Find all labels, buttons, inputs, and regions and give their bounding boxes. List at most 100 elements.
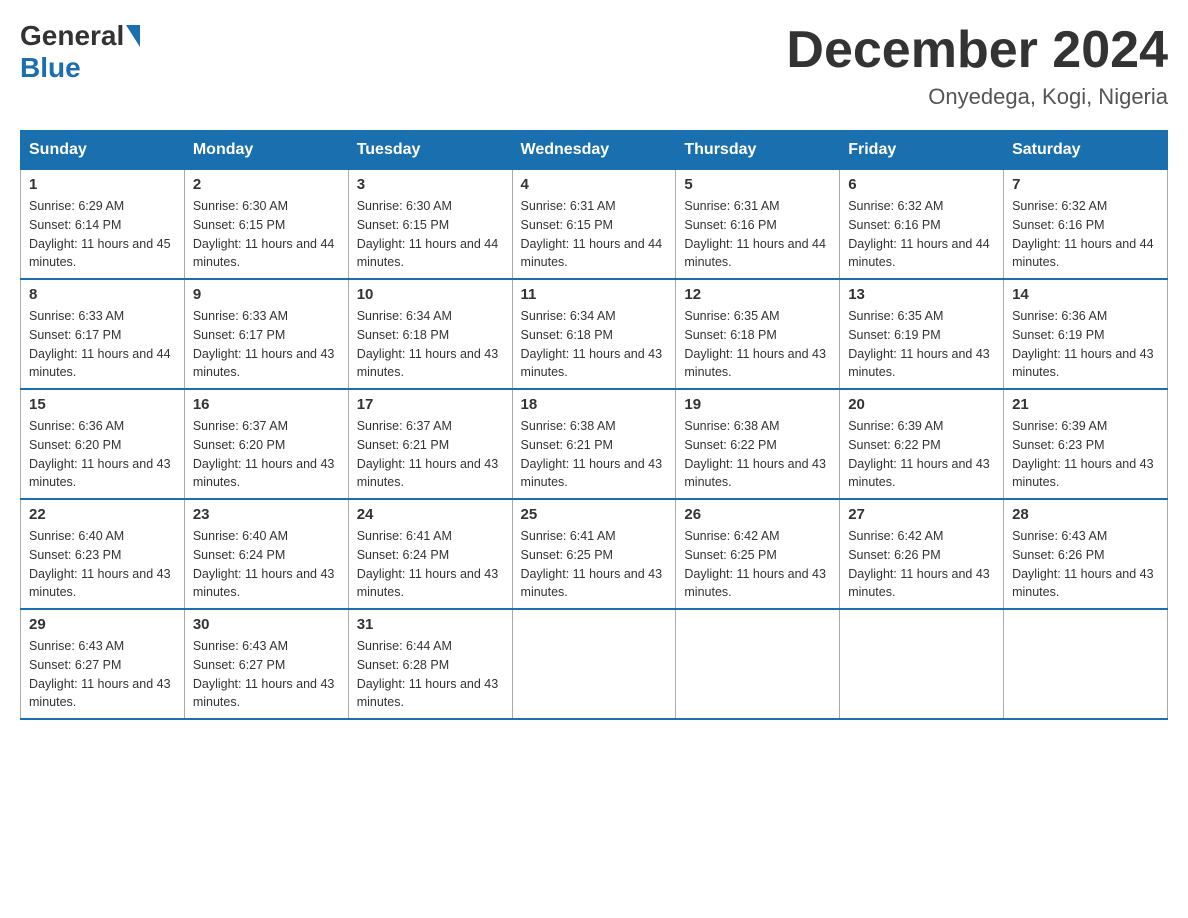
logo: General Blue bbox=[20, 20, 142, 84]
day-number: 30 bbox=[193, 616, 340, 633]
calendar-cell: 31Sunrise: 6:44 AMSunset: 6:28 PMDayligh… bbox=[348, 609, 512, 719]
day-number: 10 bbox=[357, 286, 504, 303]
day-info: Sunrise: 6:42 AMSunset: 6:25 PMDaylight:… bbox=[684, 527, 831, 602]
month-title: December 2024 bbox=[786, 20, 1168, 80]
day-number: 13 bbox=[848, 286, 995, 303]
day-info: Sunrise: 6:32 AMSunset: 6:16 PMDaylight:… bbox=[848, 197, 995, 272]
day-info: Sunrise: 6:31 AMSunset: 6:16 PMDaylight:… bbox=[684, 197, 831, 272]
day-info: Sunrise: 6:35 AMSunset: 6:19 PMDaylight:… bbox=[848, 307, 995, 382]
page-header: General Blue December 2024 Onyedega, Kog… bbox=[20, 20, 1168, 110]
day-info: Sunrise: 6:35 AMSunset: 6:18 PMDaylight:… bbox=[684, 307, 831, 382]
weekday-header-monday: Monday bbox=[184, 131, 348, 170]
calendar-week-row: 1Sunrise: 6:29 AMSunset: 6:14 PMDaylight… bbox=[21, 170, 1168, 280]
calendar-cell: 30Sunrise: 6:43 AMSunset: 6:27 PMDayligh… bbox=[184, 609, 348, 719]
calendar-cell: 26Sunrise: 6:42 AMSunset: 6:25 PMDayligh… bbox=[676, 499, 840, 609]
day-info: Sunrise: 6:39 AMSunset: 6:22 PMDaylight:… bbox=[848, 417, 995, 492]
day-info: Sunrise: 6:40 AMSunset: 6:24 PMDaylight:… bbox=[193, 527, 340, 602]
day-info: Sunrise: 6:33 AMSunset: 6:17 PMDaylight:… bbox=[29, 307, 176, 382]
calendar-cell: 2 Sunrise: 6:30 AMSunset: 6:15 PMDaylight… bbox=[184, 170, 348, 280]
day-number: 1 bbox=[29, 176, 176, 193]
day-number: 22 bbox=[29, 506, 176, 523]
day-info: Sunrise: 6:44 AMSunset: 6:28 PMDaylight:… bbox=[357, 637, 504, 712]
calendar-cell: 14Sunrise: 6:36 AMSunset: 6:19 PMDayligh… bbox=[1004, 279, 1168, 389]
calendar-week-row: 8 Sunrise: 6:33 AMSunset: 6:17 PMDaylight… bbox=[21, 279, 1168, 389]
weekday-header-friday: Friday bbox=[840, 131, 1004, 170]
weekday-header-saturday: Saturday bbox=[1004, 131, 1168, 170]
title-block: December 2024 Onyedega, Kogi, Nigeria bbox=[786, 20, 1168, 110]
weekday-header-tuesday: Tuesday bbox=[348, 131, 512, 170]
day-info: Sunrise: 6:34 AMSunset: 6:18 PMDaylight:… bbox=[357, 307, 504, 382]
day-info: Sunrise: 6:36 AMSunset: 6:20 PMDaylight:… bbox=[29, 417, 176, 492]
calendar-cell: 25 Sunrise: 6:41 AMSunset: 6:25 PMDayligh… bbox=[512, 499, 676, 609]
day-number: 2 bbox=[193, 176, 340, 193]
calendar-cell: 8 Sunrise: 6:33 AMSunset: 6:17 PMDaylight… bbox=[21, 279, 185, 389]
day-number: 20 bbox=[848, 396, 995, 413]
weekday-header-wednesday: Wednesday bbox=[512, 131, 676, 170]
calendar-cell: 6Sunrise: 6:32 AMSunset: 6:16 PMDaylight… bbox=[840, 170, 1004, 280]
day-info: Sunrise: 6:34 AMSunset: 6:18 PMDaylight:… bbox=[521, 307, 668, 382]
weekday-header-sunday: Sunday bbox=[21, 131, 185, 170]
calendar-week-row: 15 Sunrise: 6:36 AMSunset: 6:20 PMDayligh… bbox=[21, 389, 1168, 499]
calendar-cell: 17 Sunrise: 6:37 AMSunset: 6:21 PMDayligh… bbox=[348, 389, 512, 499]
calendar-cell: 22 Sunrise: 6:40 AMSunset: 6:23 PMDayligh… bbox=[21, 499, 185, 609]
calendar-cell: 16 Sunrise: 6:37 AMSunset: 6:20 PMDayligh… bbox=[184, 389, 348, 499]
day-number: 14 bbox=[1012, 286, 1159, 303]
calendar-week-row: 29 Sunrise: 6:43 AMSunset: 6:27 PMDayligh… bbox=[21, 609, 1168, 719]
day-number: 17 bbox=[357, 396, 504, 413]
day-number: 4 bbox=[521, 176, 668, 193]
calendar-cell: 12 Sunrise: 6:35 AMSunset: 6:18 PMDayligh… bbox=[676, 279, 840, 389]
calendar-cell: 4 Sunrise: 6:31 AMSunset: 6:15 PMDaylight… bbox=[512, 170, 676, 280]
day-number: 5 bbox=[684, 176, 831, 193]
day-number: 24 bbox=[357, 506, 504, 523]
day-number: 11 bbox=[521, 286, 668, 303]
day-number: 12 bbox=[684, 286, 831, 303]
day-number: 3 bbox=[357, 176, 504, 193]
calendar-cell: 23 Sunrise: 6:40 AMSunset: 6:24 PMDayligh… bbox=[184, 499, 348, 609]
day-info: Sunrise: 6:30 AMSunset: 6:15 PMDaylight:… bbox=[193, 197, 340, 272]
day-info: Sunrise: 6:42 AMSunset: 6:26 PMDaylight:… bbox=[848, 527, 995, 602]
day-number: 28 bbox=[1012, 506, 1159, 523]
calendar-cell bbox=[840, 609, 1004, 719]
logo-arrow-icon bbox=[126, 25, 140, 47]
calendar-table: SundayMondayTuesdayWednesdayThursdayFrid… bbox=[20, 130, 1168, 720]
day-info: Sunrise: 6:33 AMSunset: 6:17 PMDaylight:… bbox=[193, 307, 340, 382]
day-info: Sunrise: 6:41 AMSunset: 6:25 PMDaylight:… bbox=[521, 527, 668, 602]
day-number: 9 bbox=[193, 286, 340, 303]
day-info: Sunrise: 6:37 AMSunset: 6:20 PMDaylight:… bbox=[193, 417, 340, 492]
calendar-cell: 24 Sunrise: 6:41 AMSunset: 6:24 PMDayligh… bbox=[348, 499, 512, 609]
day-info: Sunrise: 6:40 AMSunset: 6:23 PMDaylight:… bbox=[29, 527, 176, 602]
calendar-cell: 20 Sunrise: 6:39 AMSunset: 6:22 PMDayligh… bbox=[840, 389, 1004, 499]
day-info: Sunrise: 6:30 AMSunset: 6:15 PMDaylight:… bbox=[357, 197, 504, 272]
logo-blue-text: Blue bbox=[20, 52, 81, 83]
calendar-cell: 27 Sunrise: 6:42 AMSunset: 6:26 PMDayligh… bbox=[840, 499, 1004, 609]
day-info: Sunrise: 6:32 AMSunset: 6:16 PMDaylight:… bbox=[1012, 197, 1159, 272]
calendar-cell: 29 Sunrise: 6:43 AMSunset: 6:27 PMDayligh… bbox=[21, 609, 185, 719]
calendar-cell: 19Sunrise: 6:38 AMSunset: 6:22 PMDayligh… bbox=[676, 389, 840, 499]
day-number: 23 bbox=[193, 506, 340, 523]
day-number: 16 bbox=[193, 396, 340, 413]
day-number: 18 bbox=[521, 396, 668, 413]
calendar-cell: 21Sunrise: 6:39 AMSunset: 6:23 PMDayligh… bbox=[1004, 389, 1168, 499]
day-number: 27 bbox=[848, 506, 995, 523]
day-info: Sunrise: 6:41 AMSunset: 6:24 PMDaylight:… bbox=[357, 527, 504, 602]
day-info: Sunrise: 6:31 AMSunset: 6:15 PMDaylight:… bbox=[521, 197, 668, 272]
calendar-cell bbox=[676, 609, 840, 719]
day-number: 29 bbox=[29, 616, 176, 633]
day-info: Sunrise: 6:39 AMSunset: 6:23 PMDaylight:… bbox=[1012, 417, 1159, 492]
calendar-week-row: 22 Sunrise: 6:40 AMSunset: 6:23 PMDayligh… bbox=[21, 499, 1168, 609]
calendar-cell: 15 Sunrise: 6:36 AMSunset: 6:20 PMDayligh… bbox=[21, 389, 185, 499]
calendar-cell: 3 Sunrise: 6:30 AMSunset: 6:15 PMDaylight… bbox=[348, 170, 512, 280]
day-info: Sunrise: 6:43 AMSunset: 6:26 PMDaylight:… bbox=[1012, 527, 1159, 602]
day-info: Sunrise: 6:43 AMSunset: 6:27 PMDaylight:… bbox=[29, 637, 176, 712]
day-number: 7 bbox=[1012, 176, 1159, 193]
day-number: 8 bbox=[29, 286, 176, 303]
day-number: 15 bbox=[29, 396, 176, 413]
calendar-header-row: SundayMondayTuesdayWednesdayThursdayFrid… bbox=[21, 131, 1168, 170]
day-number: 25 bbox=[521, 506, 668, 523]
calendar-cell: 5 Sunrise: 6:31 AMSunset: 6:16 PMDaylight… bbox=[676, 170, 840, 280]
calendar-cell bbox=[1004, 609, 1168, 719]
calendar-cell: 1Sunrise: 6:29 AMSunset: 6:14 PMDaylight… bbox=[21, 170, 185, 280]
calendar-cell: 9 Sunrise: 6:33 AMSunset: 6:17 PMDaylight… bbox=[184, 279, 348, 389]
day-info: Sunrise: 6:37 AMSunset: 6:21 PMDaylight:… bbox=[357, 417, 504, 492]
day-info: Sunrise: 6:38 AMSunset: 6:22 PMDaylight:… bbox=[684, 417, 831, 492]
